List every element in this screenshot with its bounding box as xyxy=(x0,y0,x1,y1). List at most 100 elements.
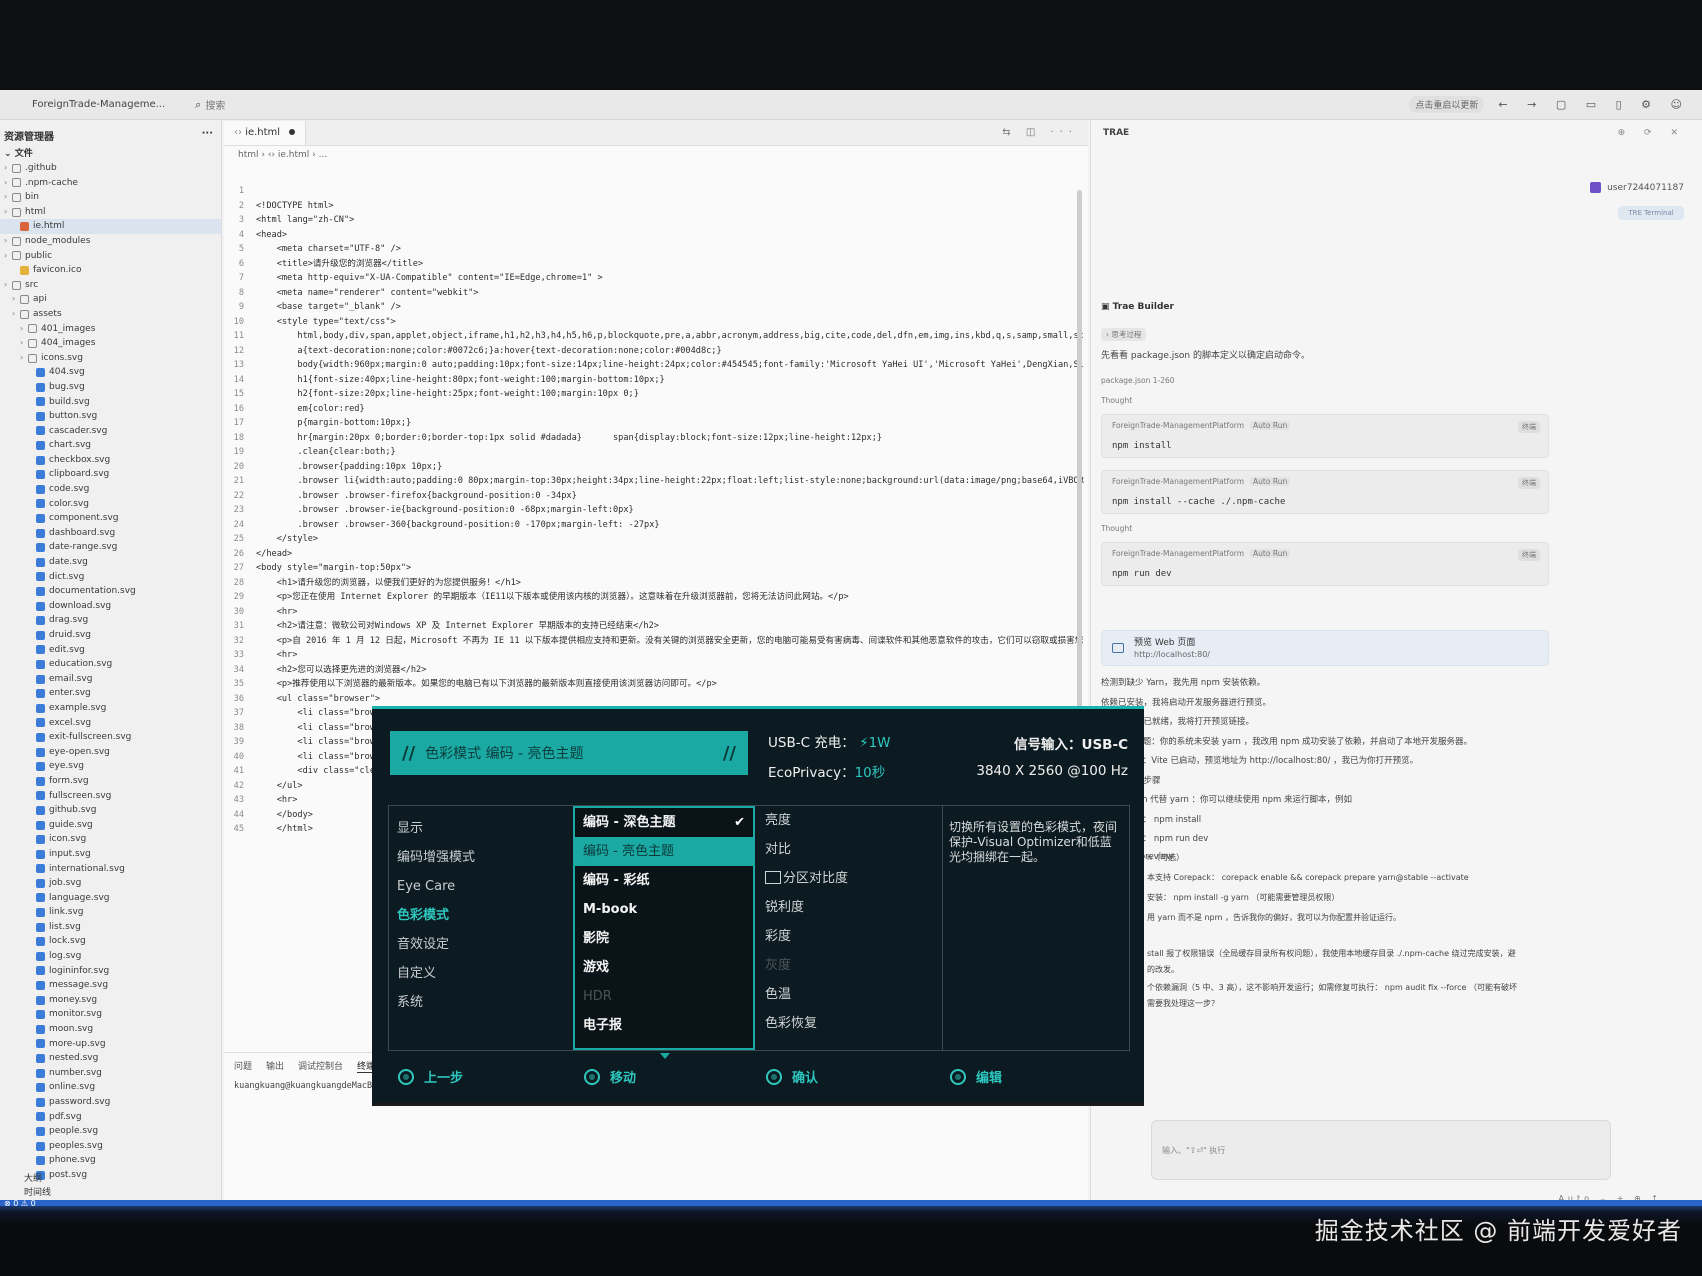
code-line[interactable]: 7 <meta http-equiv="X-UA-Compatible" con… xyxy=(224,271,1084,286)
code-line[interactable]: 6 <title>请升级您的浏览器</title> xyxy=(224,257,1084,272)
osd-adjust-item[interactable]: 色温 xyxy=(757,980,942,1009)
osd-menu-item[interactable]: Eye Care xyxy=(389,872,573,901)
file-item[interactable]: more-up.svg xyxy=(0,1037,221,1052)
file-item[interactable]: druid.svg xyxy=(0,628,221,643)
file-item[interactable]: eye-open.svg xyxy=(0,745,221,760)
chat-input[interactable]: 输入、"⇧⏎" 执行 xyxy=(1151,1120,1611,1180)
file-item[interactable]: moon.svg xyxy=(0,1022,221,1037)
file-item[interactable]: drag.svg xyxy=(0,613,221,628)
open-terminal-button[interactable]: 终端 xyxy=(1518,421,1540,433)
osd-menu-item[interactable]: 编码增强模式 xyxy=(389,843,573,872)
file-item[interactable]: log.svg xyxy=(0,949,221,964)
osd-color-mode-option[interactable]: 电子报 xyxy=(575,1011,753,1040)
file-item[interactable]: date.svg xyxy=(0,555,221,570)
code-line[interactable]: 9 <base target="_blank" /> xyxy=(224,300,1084,315)
code-line[interactable]: 17 p{margin-bottom:10px;} xyxy=(224,416,1084,431)
file-item[interactable]: checkbox.svg xyxy=(0,453,221,468)
file-item[interactable]: international.svg xyxy=(0,862,221,877)
file-item[interactable]: phone.svg xyxy=(0,1153,221,1168)
code-line[interactable]: 3 <html lang="zh-CN"> xyxy=(224,213,1084,228)
folder-item[interactable]: › bin xyxy=(0,190,221,205)
osd-adjust-item[interactable]: 锐利度 xyxy=(757,893,942,922)
thought-label-2[interactable]: Thought xyxy=(1101,524,1132,533)
file-item[interactable]: github.svg xyxy=(0,803,221,818)
file-item[interactable]: eye.svg xyxy=(0,759,221,774)
code-line[interactable]: 20 .browser{padding:10px 10px;} xyxy=(224,460,1084,475)
code-line[interactable]: 27 <body style="margin-top:50px"> xyxy=(224,561,1084,576)
file-item[interactable]: fullscreen.svg xyxy=(0,789,221,804)
osd-color-mode-option[interactable]: 影院 xyxy=(575,924,753,953)
osd-adjust-item[interactable]: 亮度 xyxy=(757,806,942,835)
global-search[interactable]: 搜索 xyxy=(205,97,225,112)
file-item[interactable]: download.svg xyxy=(0,599,221,614)
folder-item[interactable]: › public xyxy=(0,249,221,264)
osd-adjust-item[interactable]: 灰度 xyxy=(757,951,942,980)
file-item[interactable]: favicon.ico xyxy=(0,263,221,278)
osd-adjust-item[interactable]: 彩度 xyxy=(757,922,942,951)
folder-item[interactable]: › html xyxy=(0,205,221,220)
file-item[interactable]: dashboard.svg xyxy=(0,526,221,541)
file-item[interactable]: people.svg xyxy=(0,1124,221,1139)
code-line[interactable]: 22 .browser .browser-firefox{background-… xyxy=(224,489,1084,504)
folder-item[interactable]: › .npm-cache xyxy=(0,176,221,191)
file-item[interactable]: component.svg xyxy=(0,511,221,526)
file-item[interactable]: peoples.svg xyxy=(0,1139,221,1154)
file-item[interactable]: guide.svg xyxy=(0,818,221,833)
file-item[interactable]: language.svg xyxy=(0,891,221,906)
file-item[interactable]: excel.svg xyxy=(0,716,221,731)
code-line[interactable]: 28 <h1>请升级您的浏览器，以便我们更好的为您提供服务！</h1> xyxy=(224,576,1084,591)
code-line[interactable]: 1 xyxy=(224,184,1084,199)
breadcrumb[interactable]: html › ‹› ie.html › ... xyxy=(224,146,1088,164)
file-item[interactable]: exit-fullscreen.svg xyxy=(0,730,221,745)
code-line[interactable]: 21 .browser li{width:auto;padding:0 80px… xyxy=(224,474,1084,489)
file-item[interactable]: password.svg xyxy=(0,1095,221,1110)
open-terminal-button[interactable]: 终端 xyxy=(1518,477,1540,489)
file-item[interactable]: clipboard.svg xyxy=(0,467,221,482)
osd-confirm-button[interactable]: 确认 xyxy=(766,1067,818,1086)
file-item[interactable]: example.svg xyxy=(0,701,221,716)
file-item[interactable]: education.svg xyxy=(0,657,221,672)
code-line[interactable]: 4 <head> xyxy=(224,228,1084,243)
files-section[interactable]: ⌄ 文件 xyxy=(0,147,221,161)
code-line[interactable]: 13 body{width:960px;margin:0 auto;paddin… xyxy=(224,358,1084,373)
folder-item[interactable]: › node_modules xyxy=(0,234,221,249)
file-item[interactable]: number.svg xyxy=(0,1066,221,1081)
osd-menu-item[interactable]: 自定义 xyxy=(389,959,573,988)
file-item[interactable]: 404.svg xyxy=(0,365,221,380)
file-item[interactable]: nested.svg xyxy=(0,1051,221,1066)
file-item[interactable]: email.svg xyxy=(0,672,221,687)
file-item[interactable]: color.svg xyxy=(0,497,221,512)
osd-adjust-item[interactable]: 分区对比度 xyxy=(757,864,942,893)
code-line[interactable]: 14 h1{font-size:40px;line-height:80px;fo… xyxy=(224,373,1084,388)
code-line[interactable]: 12 a{text-decoration:none;color:#0072c6;… xyxy=(224,344,1084,359)
thinking-toggle[interactable]: › 思考过程 xyxy=(1101,328,1147,341)
outline-section[interactable]: 大纲 xyxy=(0,1172,221,1186)
file-item[interactable]: form.svg xyxy=(0,774,221,789)
code-line[interactable]: 33 <hr> xyxy=(224,648,1084,663)
assistant-header-icons[interactable]: ⊕ ⟳ ✕ xyxy=(1618,120,1686,146)
code-line[interactable]: 34 <h2>您可以选择更先进的浏览器</h2> xyxy=(224,663,1084,678)
code-line[interactable]: 30 <hr> xyxy=(224,605,1084,620)
tab-ie-html[interactable]: ‹› ie.html xyxy=(224,121,307,145)
folder-item[interactable]: › assets xyxy=(0,307,221,322)
file-item[interactable]: list.svg xyxy=(0,920,221,935)
file-item[interactable]: icon.svg xyxy=(0,832,221,847)
code-line[interactable]: 11 html,body,div,span,applet,object,ifra… xyxy=(224,329,1084,344)
osd-menu-item[interactable]: 显示 xyxy=(389,814,573,843)
folder-item[interactable]: › 401_images xyxy=(0,322,221,337)
code-line[interactable]: 24 .browser .browser-360{background-posi… xyxy=(224,518,1084,533)
osd-color-mode-option[interactable]: 游戏 xyxy=(575,953,753,982)
code-line[interactable]: 36 <ul class="browser"> xyxy=(224,692,1084,707)
file-item[interactable]: cascader.svg xyxy=(0,424,221,439)
code-line[interactable]: 16 em{color:red} xyxy=(224,402,1084,417)
osd-color-mode-option[interactable]: 编码 - 彩纸 xyxy=(575,866,753,895)
osd-color-mode-option[interactable]: M-book xyxy=(575,895,753,924)
open-terminal-button[interactable]: 终端 xyxy=(1518,549,1540,561)
code-line[interactable]: 35 <p>推荐使用以下浏览器的最新版本。如果您的电脑已有以下浏览器的最新版本则… xyxy=(224,677,1084,692)
code-line[interactable]: 15 h2{font-size:20px;line-height:25px;fo… xyxy=(224,387,1084,402)
file-item[interactable]: ie.html xyxy=(0,219,221,234)
file-item[interactable]: logininfor.svg xyxy=(0,964,221,979)
osd-adjust-item[interactable]: 对比 xyxy=(757,835,942,864)
panel-tab[interactable]: 问题 xyxy=(234,1059,252,1073)
file-item[interactable]: money.svg xyxy=(0,993,221,1008)
